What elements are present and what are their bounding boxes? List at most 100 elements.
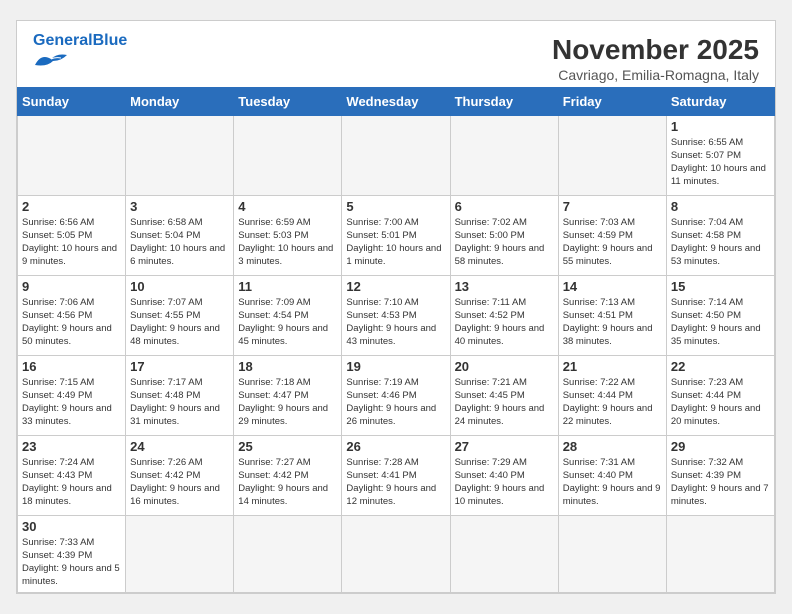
day-cell-4-2: 25Sunrise: 7:27 AM Sunset: 4:42 PM Dayli…: [234, 435, 342, 515]
day-info: Sunrise: 6:58 AM Sunset: 5:04 PM Dayligh…: [130, 216, 229, 269]
day-number: 13: [455, 279, 554, 294]
day-number: 24: [130, 439, 229, 454]
day-number: 14: [563, 279, 662, 294]
day-cell-2-4: 13 Sunrise: 7:11 AM Sunset: 4:52 PM Dayli…: [450, 275, 558, 355]
day-number: 10: [130, 279, 229, 294]
day-info: Sunrise: 7:28 AM Sunset: 4:41 PM Dayligh…: [346, 456, 445, 509]
day-cell-1-4: 6Sunrise: 7:02 AM Sunset: 5:00 PM Daylig…: [450, 195, 558, 275]
col-wednesday: Wednesday: [342, 87, 450, 115]
day-cell-3-5: 21Sunrise: 7:22 AM Sunset: 4:44 PM Dayli…: [558, 355, 666, 435]
day-cell-1-5: 7Sunrise: 7:03 AM Sunset: 4:59 PM Daylig…: [558, 195, 666, 275]
col-friday: Friday: [558, 87, 666, 115]
day-info: Sunrise: 7:11 AM Sunset: 4:52 PM Dayligh…: [455, 296, 554, 349]
calendar-header: GeneralBlue November 2025 Cavriago, Emil…: [17, 21, 775, 87]
day-cell-3-3: 19Sunrise: 7:19 AM Sunset: 4:46 PM Dayli…: [342, 355, 450, 435]
day-info: Sunrise: 7:17 AM Sunset: 4:48 PM Dayligh…: [130, 376, 229, 429]
day-number: 19: [346, 359, 445, 374]
day-info: Sunrise: 7:22 AM Sunset: 4:44 PM Dayligh…: [563, 376, 662, 429]
day-cell-2-0: 9 Sunrise: 7:06 AM Sunset: 4:56 PM Daylig…: [18, 275, 126, 355]
calendar-body: 1Sunrise: 6:55 AM Sunset: 5:07 PM Daylig…: [18, 115, 775, 592]
week-row-4: 16 Sunrise: 7:15 AM Sunset: 4:49 PM Dayli…: [18, 355, 775, 435]
day-info: Sunrise: 7:14 AM Sunset: 4:50 PM Dayligh…: [671, 296, 770, 349]
logo-general: General: [33, 32, 93, 49]
day-cell-0-2: [234, 115, 342, 195]
day-number: 6: [455, 199, 554, 214]
day-cell-4-6: 29 Sunrise: 7:32 AM Sunset: 4:39 PM Dayli…: [666, 435, 774, 515]
col-thursday: Thursday: [450, 87, 558, 115]
day-number: 18: [238, 359, 337, 374]
day-cell-5-3: [342, 515, 450, 592]
day-number: 12: [346, 279, 445, 294]
day-cell-5-5: [558, 515, 666, 592]
calendar-subtitle: Cavriago, Emilia-Romagna, Italy: [33, 67, 759, 83]
day-cell-4-4: 27Sunrise: 7:29 AM Sunset: 4:40 PM Dayli…: [450, 435, 558, 515]
week-row-1: 1Sunrise: 6:55 AM Sunset: 5:07 PM Daylig…: [18, 115, 775, 195]
day-cell-0-6: 1Sunrise: 6:55 AM Sunset: 5:07 PM Daylig…: [666, 115, 774, 195]
day-number: 5: [346, 199, 445, 214]
day-info: Sunrise: 7:32 AM Sunset: 4:39 PM Dayligh…: [671, 456, 770, 509]
day-info: Sunrise: 7:24 AM Sunset: 4:43 PM Dayligh…: [22, 456, 121, 509]
day-cell-0-1: [126, 115, 234, 195]
day-info: Sunrise: 7:06 AM Sunset: 4:56 PM Dayligh…: [22, 296, 121, 349]
day-cell-5-0: 30Sunrise: 7:33 AM Sunset: 4:39 PM Dayli…: [18, 515, 126, 592]
logo: GeneralBlue: [33, 33, 127, 69]
day-cell-0-0: [18, 115, 126, 195]
day-cell-1-6: 8 Sunrise: 7:04 AM Sunset: 4:58 PM Daylig…: [666, 195, 774, 275]
week-row-3: 9 Sunrise: 7:06 AM Sunset: 4:56 PM Daylig…: [18, 275, 775, 355]
day-info: Sunrise: 7:21 AM Sunset: 4:45 PM Dayligh…: [455, 376, 554, 429]
day-info: Sunrise: 7:10 AM Sunset: 4:53 PM Dayligh…: [346, 296, 445, 349]
day-cell-3-4: 20Sunrise: 7:21 AM Sunset: 4:45 PM Dayli…: [450, 355, 558, 435]
day-cell-2-2: 11Sunrise: 7:09 AM Sunset: 4:54 PM Dayli…: [234, 275, 342, 355]
col-tuesday: Tuesday: [234, 87, 342, 115]
day-info: Sunrise: 7:07 AM Sunset: 4:55 PM Dayligh…: [130, 296, 229, 349]
day-info: Sunrise: 7:04 AM Sunset: 4:58 PM Dayligh…: [671, 216, 770, 269]
day-number: 26: [346, 439, 445, 454]
week-row-2: 2Sunrise: 6:56 AM Sunset: 5:05 PM Daylig…: [18, 195, 775, 275]
day-cell-4-3: 26 Sunrise: 7:28 AM Sunset: 4:41 PM Dayli…: [342, 435, 450, 515]
day-number: 30: [22, 519, 121, 534]
day-number: 4: [238, 199, 337, 214]
day-cell-1-1: 3Sunrise: 6:58 AM Sunset: 5:04 PM Daylig…: [126, 195, 234, 275]
day-cell-2-5: 14 Sunrise: 7:13 AM Sunset: 4:51 PM Dayli…: [558, 275, 666, 355]
day-cell-3-0: 16 Sunrise: 7:15 AM Sunset: 4:49 PM Dayli…: [18, 355, 126, 435]
day-info: Sunrise: 7:09 AM Sunset: 4:54 PM Dayligh…: [238, 296, 337, 349]
day-cell-1-3: 5Sunrise: 7:00 AM Sunset: 5:01 PM Daylig…: [342, 195, 450, 275]
day-cell-4-0: 23 Sunrise: 7:24 AM Sunset: 4:43 PM Dayli…: [18, 435, 126, 515]
day-cell-5-4: [450, 515, 558, 592]
col-monday: Monday: [126, 87, 234, 115]
day-number: 28: [563, 439, 662, 454]
day-info: Sunrise: 6:55 AM Sunset: 5:07 PM Dayligh…: [671, 136, 770, 189]
day-number: 9: [22, 279, 121, 294]
day-info: Sunrise: 7:23 AM Sunset: 4:44 PM Dayligh…: [671, 376, 770, 429]
day-number: 7: [563, 199, 662, 214]
day-number: 29: [671, 439, 770, 454]
day-number: 17: [130, 359, 229, 374]
logo-blue: Blue: [93, 32, 128, 49]
logo-bird-icon: [33, 51, 69, 69]
day-cell-0-5: [558, 115, 666, 195]
day-info: Sunrise: 6:59 AM Sunset: 5:03 PM Dayligh…: [238, 216, 337, 269]
day-cell-3-2: 18 Sunrise: 7:18 AM Sunset: 4:47 PM Dayli…: [234, 355, 342, 435]
day-cell-2-3: 12 Sunrise: 7:10 AM Sunset: 4:53 PM Dayli…: [342, 275, 450, 355]
day-info: Sunrise: 7:31 AM Sunset: 4:40 PM Dayligh…: [563, 456, 662, 509]
day-number: 8: [671, 199, 770, 214]
calendar-title: November 2025: [33, 33, 759, 67]
day-cell-3-1: 17 Sunrise: 7:17 AM Sunset: 4:48 PM Dayli…: [126, 355, 234, 435]
week-row-6: 30Sunrise: 7:33 AM Sunset: 4:39 PM Dayli…: [18, 515, 775, 592]
day-number: 27: [455, 439, 554, 454]
day-number: 16: [22, 359, 121, 374]
day-info: Sunrise: 7:13 AM Sunset: 4:51 PM Dayligh…: [563, 296, 662, 349]
day-cell-5-2: [234, 515, 342, 592]
col-sunday: Sunday: [18, 87, 126, 115]
day-cell-5-1: [126, 515, 234, 592]
day-number: 2: [22, 199, 121, 214]
day-cell-2-6: 15Sunrise: 7:14 AM Sunset: 4:50 PM Dayli…: [666, 275, 774, 355]
day-cell-0-3: [342, 115, 450, 195]
calendar-header-row: Sunday Monday Tuesday Wednesday Thursday…: [18, 87, 775, 115]
day-cell-3-6: 22Sunrise: 7:23 AM Sunset: 4:44 PM Dayli…: [666, 355, 774, 435]
day-number: 23: [22, 439, 121, 454]
day-info: Sunrise: 7:15 AM Sunset: 4:49 PM Dayligh…: [22, 376, 121, 429]
day-cell-1-2: 4 Sunrise: 6:59 AM Sunset: 5:03 PM Daylig…: [234, 195, 342, 275]
day-info: Sunrise: 7:18 AM Sunset: 4:47 PM Dayligh…: [238, 376, 337, 429]
day-cell-1-0: 2Sunrise: 6:56 AM Sunset: 5:05 PM Daylig…: [18, 195, 126, 275]
